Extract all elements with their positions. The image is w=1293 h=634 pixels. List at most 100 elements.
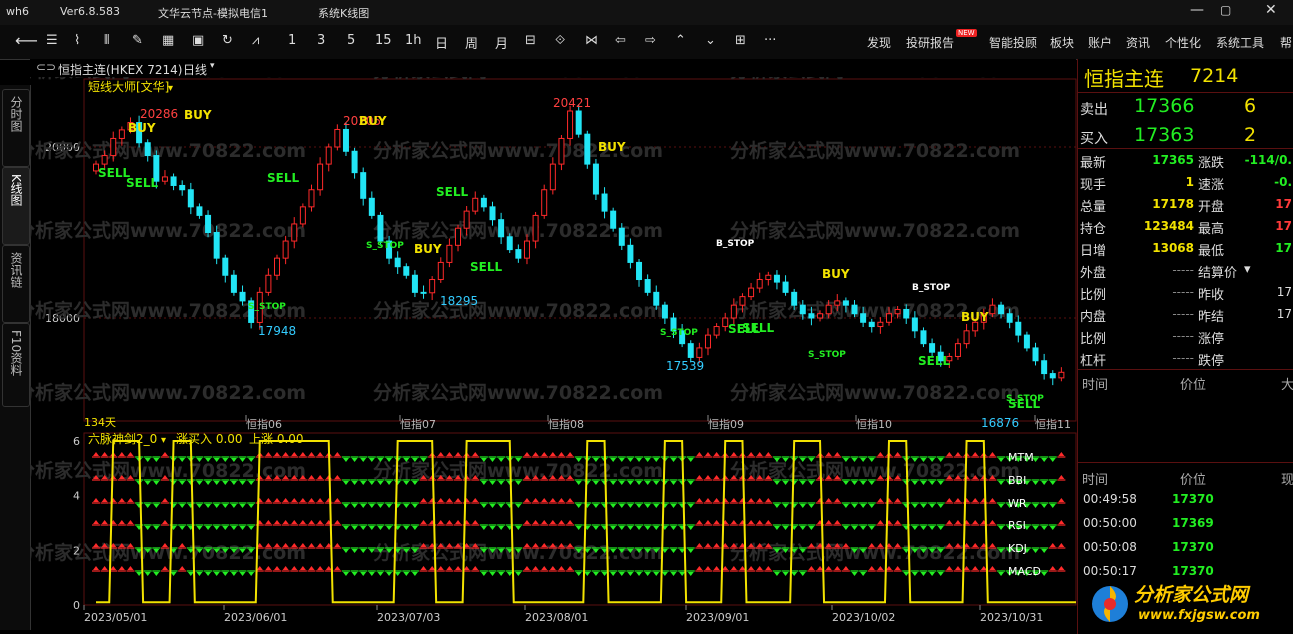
arrow-left-icon[interactable]: ⇦ (615, 33, 626, 48)
signal-arrow (868, 481, 875, 485)
period-month[interactable]: 月 (495, 33, 508, 52)
signal-arrow (342, 458, 349, 462)
tab-f10[interactable]: F10资料 (2, 323, 30, 407)
menu-account[interactable]: 账户 (1088, 34, 1112, 51)
signal-arrow (489, 504, 496, 508)
signal-arrow (644, 526, 651, 530)
candle-body (179, 184, 186, 191)
signal-arrow (308, 452, 315, 456)
candle-body (825, 304, 832, 315)
signal-arrow (291, 452, 298, 456)
signal-arrow (446, 566, 453, 570)
close-icon[interactable]: ✕ (1265, 2, 1277, 18)
signal-arrow (506, 572, 513, 576)
more-button[interactable]: ··· (764, 33, 776, 48)
menu-discover[interactable]: 发现 (867, 34, 891, 51)
tab-kline[interactable]: K线图 (2, 167, 30, 245)
minimize-icon[interactable]: — (1190, 2, 1204, 18)
period-1[interactable]: 1 (288, 33, 296, 48)
date-tick-label: 恒指11 (1035, 417, 1071, 431)
zoom-out-icon[interactable]: ⋈ (585, 33, 598, 48)
signal-arrow (946, 498, 953, 502)
save-icon[interactable]: ▣ (192, 33, 204, 48)
quote-value: -114/0. (1244, 153, 1292, 167)
candle-body (144, 142, 151, 157)
candle-body (963, 330, 970, 345)
signal-arrow (403, 526, 410, 530)
candle-body (463, 210, 470, 229)
quote-value: -0. (1274, 175, 1292, 189)
period-day[interactable]: 日 (435, 33, 448, 52)
list-icon[interactable]: ☰ (46, 33, 58, 48)
signal-arrow (187, 481, 194, 485)
back-icon[interactable]: ⟵ (15, 31, 38, 50)
period-15[interactable]: 15 (375, 33, 392, 48)
signal-arrow (799, 504, 806, 508)
signal-arrow (567, 452, 574, 456)
signal-arrow (334, 543, 341, 547)
zoom-in-icon[interactable]: ⟐ (555, 33, 565, 48)
signal-arrow (653, 572, 660, 576)
indicator-icon[interactable]: ⩘ (252, 33, 259, 48)
signal-arrow (334, 452, 341, 456)
menu-system-tools[interactable]: 系统工具 (1216, 34, 1264, 51)
signal-arrow (265, 566, 272, 570)
signal-arrow (868, 526, 875, 530)
signal-arrow (920, 481, 927, 485)
period-select[interactable]: 日线 (183, 61, 207, 78)
menu-sector[interactable]: 板块 (1050, 34, 1074, 51)
draw-icon[interactable]: ✎ (132, 33, 143, 48)
signal-arrow (463, 566, 470, 570)
candle-body (610, 210, 617, 229)
signal-arrow (472, 498, 479, 502)
layout-icon[interactable]: ⊞ (735, 33, 746, 48)
menu-advisor[interactable]: 智能投顾 (989, 34, 1037, 51)
signal-arrow (282, 498, 289, 502)
candle-body (549, 163, 556, 191)
calendar-icon[interactable]: ▦ (162, 33, 174, 48)
arrow-down-icon[interactable]: ⌄ (705, 33, 716, 48)
tab-news-chain[interactable]: 资讯链 (2, 245, 30, 323)
signal-arrow (748, 520, 755, 524)
signal-arrow (696, 475, 703, 479)
candle-body (325, 146, 332, 165)
signal-arrow (963, 566, 970, 570)
signal-arrow (558, 452, 565, 456)
signal-arrow (317, 498, 324, 502)
tick-price: 17370 (1172, 564, 1214, 578)
chevron-down-icon[interactable]: ▾ (1244, 262, 1251, 277)
maximize-icon[interactable]: ▢ (1220, 3, 1231, 17)
line-chart-icon[interactable]: ⌇ (74, 33, 80, 48)
period-3[interactable]: 3 (317, 33, 325, 48)
menu-personalize[interactable]: 个性化 (1165, 34, 1201, 51)
chevron-down-icon[interactable]: ▾ (210, 61, 215, 71)
signal-label: BUY (414, 242, 442, 256)
candle-body (118, 129, 125, 139)
chart-header: ⊂⊃ 恒指主连(HKEX 7214) 日线 ▾ (30, 59, 1076, 77)
arrow-right-icon[interactable]: ⇨ (645, 33, 656, 48)
signal-arrow (696, 566, 703, 570)
custom-period-icon[interactable]: ⊟ (525, 33, 536, 48)
signal-arrow (1041, 458, 1048, 462)
candle-icon[interactable]: ⫴ (104, 33, 109, 48)
arrow-up-icon[interactable]: ⌃ (675, 33, 686, 48)
period-5[interactable]: 5 (347, 33, 355, 48)
menu-help[interactable]: 帮 (1280, 34, 1292, 51)
tab-timeshare[interactable]: 分时图 (2, 89, 30, 167)
menu-news[interactable]: 资讯 (1126, 34, 1150, 51)
signal-arrow (523, 520, 530, 524)
refresh-icon[interactable]: ↻ (222, 33, 233, 48)
signal-arrow (592, 481, 599, 485)
period-week[interactable]: 周 (465, 33, 478, 52)
tab-label: 分时图 (9, 96, 23, 132)
signal-label: SELL (126, 176, 158, 190)
signal-arrow (489, 526, 496, 530)
signal-arrow (411, 572, 418, 576)
period-1h[interactable]: 1h (405, 33, 422, 48)
signal-arrow (1049, 504, 1056, 508)
menu-research[interactable]: 投研报告 (906, 34, 954, 51)
bar-count-label: 134天 (84, 416, 116, 429)
link-icon[interactable]: ⊂⊃ (36, 60, 56, 74)
signal-arrow (954, 566, 961, 570)
kline-chart[interactable]: 2000018000恒指06 恒指07 恒指08 恒指09 恒指10 恒指11134天短线… (30, 77, 1077, 633)
